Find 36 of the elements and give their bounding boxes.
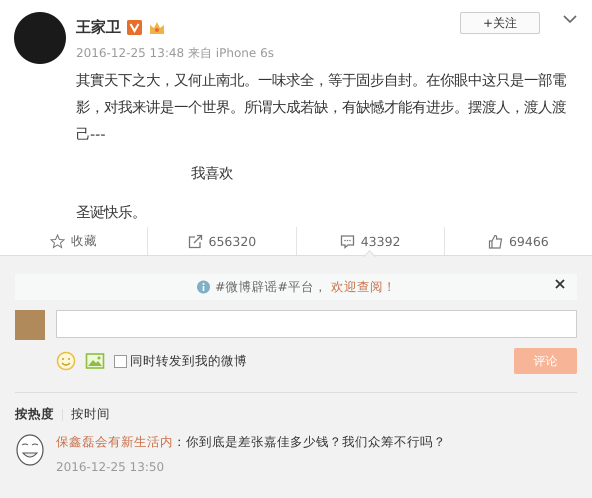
comment-input[interactable] (56, 310, 577, 338)
close-icon[interactable] (555, 279, 565, 289)
action-label: 69466 (508, 234, 549, 248)
avatar-photo (14, 12, 66, 64)
star-icon (50, 234, 66, 248)
action-tab[interactable]: 收藏 (0, 227, 148, 255)
notice-link[interactable]: 欢迎查阅！ (330, 278, 396, 296)
checkbox[interactable] (114, 354, 127, 368)
post-text: 我喜欢 (191, 165, 234, 184)
share-arrow-icon (188, 234, 203, 248)
post-text: 圣诞快乐。 (76, 204, 147, 223)
comment-text: 保鑫磊会有新生活内：你到底是差张嘉佳多少钱？我们众筹不行吗？ (56, 434, 446, 451)
action-tab[interactable]: 656320 (147, 227, 296, 255)
action-label: 收藏 (71, 232, 98, 250)
meme-face-icon (15, 434, 45, 466)
smiley-icon[interactable] (56, 351, 76, 371)
speech-bubble-icon (340, 234, 355, 248)
comment-username[interactable]: 保鑫磊会有新生活内 (56, 434, 173, 449)
notice-text: #微博辟谣#平台， (215, 278, 327, 296)
image-icon[interactable] (85, 351, 105, 371)
action-tab[interactable]: 69466 (444, 227, 592, 255)
thumbs-up-icon (488, 234, 503, 248)
checkbox-label: 同时转发到我的微博 (130, 352, 247, 370)
action-label: 656320 (208, 234, 256, 248)
info-icon (196, 280, 212, 294)
crown-icon (148, 20, 166, 36)
sort-tab[interactable]: 按热度 (15, 406, 54, 423)
comment-time: 2016-12-25 13:50 (56, 460, 166, 474)
post-meta: 2016-12-25 13:48 来自 iPhone 6s (76, 45, 275, 62)
action-label: 43392 (360, 234, 400, 248)
post-text: 其實天下之大，又何止南北。一味求全，等于固步自封。在你眼中这只是一部電影，对我来讲是一个世界。所谓大成若缺，有缺憾才能有进步。摆渡人，渡人渡己--- (76, 72, 567, 145)
avatar-photo (15, 310, 45, 340)
chevron-down-icon[interactable] (563, 14, 577, 24)
user-name[interactable]: 王家卫 (76, 18, 121, 37)
follow-button[interactable]: +关注 (460, 12, 540, 34)
sort-tab[interactable]: 按时间 (71, 406, 110, 423)
